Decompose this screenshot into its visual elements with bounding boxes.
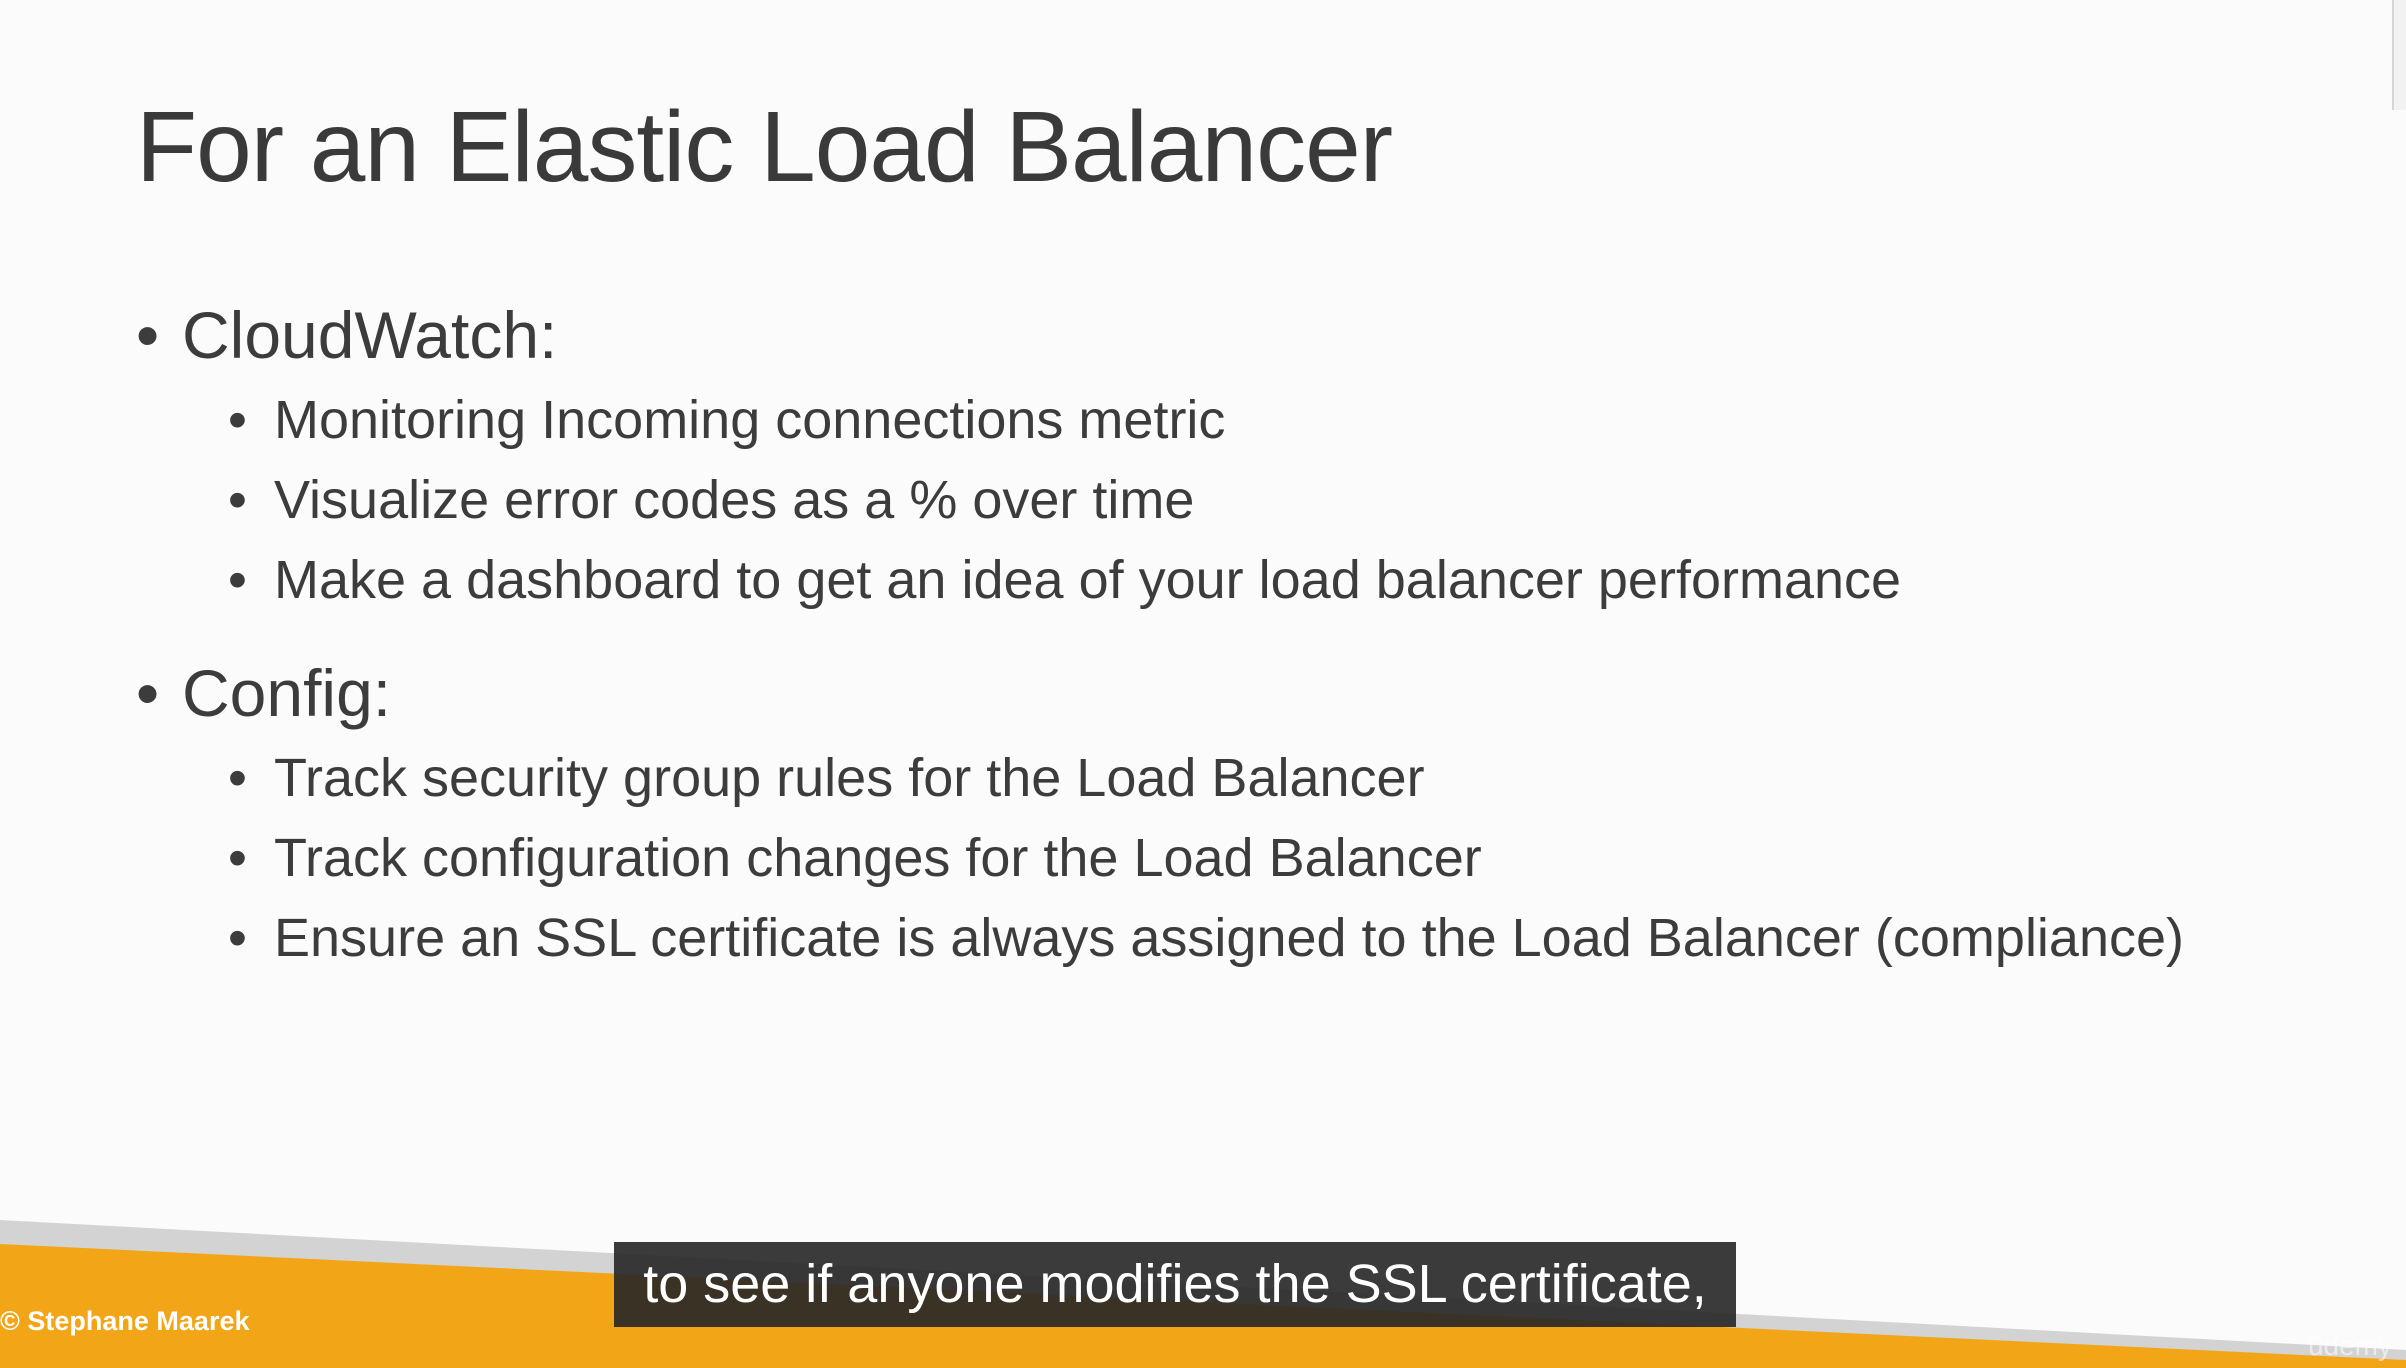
- sub-bullet-text: Ensure an SSL certificate is always assi…: [274, 908, 2185, 968]
- sub-bullet-text: Make a dashboard to get an idea of your …: [274, 550, 1902, 610]
- copyright-text: © Stephane Maarek: [0, 1306, 250, 1336]
- sub-bullet-text: Track security group rules for the Load …: [274, 748, 1425, 808]
- sub-bullet: • Visualize error codes as a % over time: [228, 460, 2184, 540]
- sub-bullet-text: Monitoring Incoming connections metric: [274, 390, 1226, 450]
- bullet-config: • Config: • Track security group rules f…: [136, 648, 2184, 978]
- sub-bullet: • Monitoring Incoming connections metric: [228, 380, 2184, 460]
- bullet-dot: •: [228, 550, 247, 610]
- bullet-dot: •: [228, 748, 247, 808]
- sub-bullet-list: • Track security group rules for the Loa…: [182, 738, 2184, 978]
- bullet-list: • CloudWatch: • Monitoring Incoming conn…: [136, 290, 2184, 978]
- sub-bullet: • Track security group rules for the Loa…: [228, 738, 2184, 818]
- sub-bullet: • Make a dashboard to get an idea of you…: [228, 540, 2184, 620]
- sub-bullet: • Track configuration changes for the Lo…: [228, 818, 2184, 898]
- bullet-dot: •: [228, 390, 247, 450]
- bullet-heading: CloudWatch:: [182, 298, 558, 372]
- sub-bullet-text: Track configuration changes for the Load…: [274, 828, 1482, 888]
- slide-edge: [2392, 0, 2406, 110]
- bullet-dot: •: [228, 828, 247, 888]
- slide-title: For an Elastic Load Balancer: [136, 91, 1393, 203]
- sub-bullet-list: • Monitoring Incoming connections metric…: [182, 380, 2184, 620]
- udemy-watermark: ûdemy: [2307, 1330, 2392, 1361]
- bullet-heading: Config:: [182, 656, 392, 730]
- sub-bullet-text: Visualize error codes as a % over time: [274, 470, 1195, 530]
- bullet-dot: •: [228, 470, 247, 530]
- bullet-dot: •: [228, 908, 247, 968]
- video-caption: to see if anyone modifies the SSL certif…: [614, 1242, 1736, 1327]
- bullet-cloudwatch: • CloudWatch: • Monitoring Incoming conn…: [136, 290, 2184, 620]
- slide: For an Elastic Load Balancer • CloudWatc…: [0, 0, 2406, 1368]
- bullet-dot: •: [136, 656, 160, 730]
- sub-bullet: • Ensure an SSL certificate is always as…: [228, 898, 2184, 978]
- bullet-dot: •: [136, 298, 160, 372]
